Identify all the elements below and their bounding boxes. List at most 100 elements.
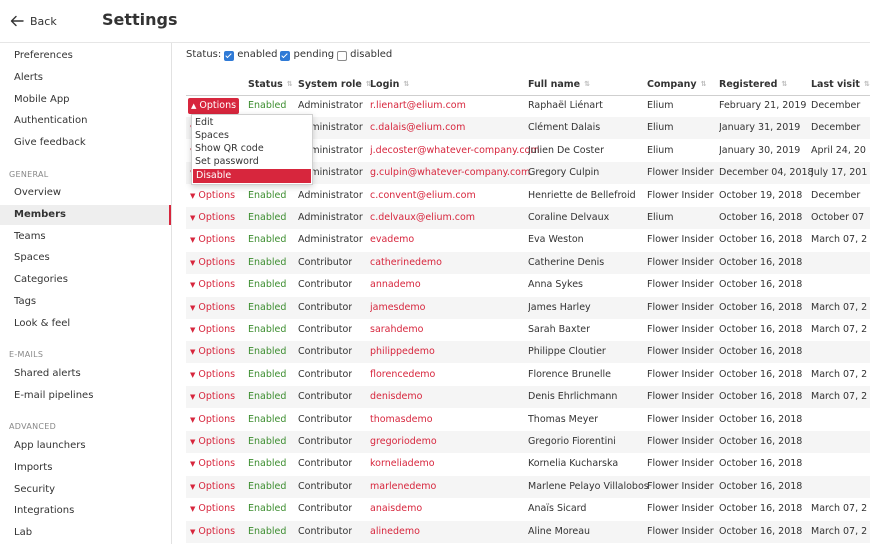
login-link[interactable]: marlenedemo <box>370 476 436 498</box>
options-button[interactable]: ▼Options <box>190 297 235 319</box>
sidebar-item-label: Imports <box>14 461 53 473</box>
members-panel: Status: enabled pending disabled Status ⇅… <box>172 43 870 544</box>
login-link[interactable]: philippedemo <box>370 341 435 363</box>
sidebar-item-categories[interactable]: Categories <box>0 270 171 290</box>
options-button[interactable]: ▼Options <box>190 252 235 274</box>
column-header-status[interactable]: Status ⇅ <box>248 77 293 95</box>
caret-down-icon: ▼ <box>190 191 196 200</box>
cell-company: Flower Insider <box>647 525 714 537</box>
dropdown-item-spaces[interactable]: Spaces <box>192 129 312 142</box>
options-button[interactable]: ▼Options <box>190 386 235 408</box>
cell-role: Contributor <box>298 525 353 537</box>
options-button[interactable]: ▼Options <box>190 453 235 475</box>
sidebar-item-lab[interactable]: Lab <box>0 523 171 543</box>
login-link[interactable]: annademo <box>370 274 421 296</box>
table-row: ▼ Options Enabled Contributor denisdemo Denis… <box>186 386 870 409</box>
options-button[interactable]: ▼Options <box>190 319 235 341</box>
cell-role: Contributor <box>298 301 353 313</box>
column-header-registered[interactable]: Registered ⇅ <box>719 77 787 95</box>
disabled-checkbox[interactable] <box>337 50 348 61</box>
login-link[interactable]: thomasdemo <box>370 409 433 431</box>
options-button[interactable]: ▼Options <box>190 274 235 296</box>
cell-company: Flower Insider <box>647 189 714 201</box>
cell-name: Florence Brunelle <box>528 368 611 380</box>
dropdown-item-show-qr-code[interactable]: Show QR code <box>192 142 312 155</box>
cell-last: July 17, 201 <box>811 167 868 179</box>
options-button[interactable]: ▼Options <box>190 521 235 543</box>
sidebar-item-tags[interactable]: Tags <box>0 292 171 312</box>
options-label: Options <box>198 189 236 201</box>
sidebar-item-spaces[interactable]: Spaces <box>0 248 171 268</box>
column-header-company[interactable]: Company ⇅ <box>647 77 706 95</box>
sidebar-item-security[interactable]: Security <box>0 480 171 500</box>
cell-company: Flower Insider <box>647 458 714 470</box>
sidebar-item-authentication[interactable]: Authentication <box>0 111 171 131</box>
options-button[interactable]: ▼Options <box>190 364 235 386</box>
login-link[interactable]: jamesdemo <box>370 297 425 319</box>
table-row: ▼ Options Enabled Administrator evademo Eva W… <box>186 229 870 251</box>
login-link[interactable]: g.culpin@whatever-company.com <box>370 162 530 184</box>
login-link[interactable]: korneliademo <box>370 453 435 475</box>
sort-icon: ⇅ <box>286 80 293 88</box>
caret-down-icon: ▼ <box>190 370 196 379</box>
login-link[interactable]: c.convent@elium.com <box>370 185 476 207</box>
column-header-last-visit[interactable]: Last visit ⇅ <box>811 77 870 95</box>
sidebar-item-e-mail-pipelines[interactable]: E-mail pipelines <box>0 386 171 406</box>
column-header-system-role[interactable]: System role ⇅ <box>298 77 372 95</box>
cell-role: Contributor <box>298 458 353 470</box>
sidebar-item-teams[interactable]: Teams <box>0 227 171 247</box>
login-link[interactable]: alinedemo <box>370 521 420 543</box>
options-button[interactable]: ▼Options <box>190 229 235 251</box>
options-button[interactable]: ▼Options <box>190 476 235 498</box>
options-label: Options <box>198 503 236 515</box>
column-header-full-name[interactable]: Full name ⇅ <box>528 77 590 95</box>
login-link[interactable]: c.dalais@elium.com <box>370 117 465 139</box>
options-button[interactable]: ▼Options <box>190 207 235 229</box>
login-link[interactable]: denisdemo <box>370 386 422 408</box>
cell-name: Coraline Delvaux <box>528 212 610 223</box>
table-row: ▼ Options Enabled Administrator c.delvaux@el… <box>186 207 870 229</box>
back-button[interactable]: Back <box>10 12 57 30</box>
sidebar-item-shared-alerts[interactable]: Shared alerts <box>0 364 171 384</box>
login-link[interactable]: evademo <box>370 229 414 251</box>
options-button[interactable]: ▼Options <box>190 431 235 453</box>
sidebar-item-give-feedback[interactable]: Give feedback <box>0 133 171 153</box>
sidebar-item-label: Tags <box>14 295 37 307</box>
login-link[interactable]: r.lienart@elium.com <box>370 95 466 117</box>
login-link[interactable]: sarahdemo <box>370 319 423 341</box>
column-header-label: Last visit <box>811 79 860 90</box>
options-button[interactable]: ▲ Options <box>188 98 240 114</box>
sidebar-item-imports[interactable]: Imports <box>0 458 171 478</box>
pending-checkbox[interactable] <box>280 50 291 61</box>
login-link[interactable]: j.decoster@whatever-company.com <box>370 140 540 162</box>
login-link[interactable]: catherinedemo <box>370 252 442 274</box>
sidebar-item-look-and-feel[interactable]: Look & feel <box>0 314 171 334</box>
options-button[interactable]: ▼Options <box>190 409 235 431</box>
dropdown-item-edit[interactable]: Edit <box>192 116 312 129</box>
sidebar-item-mobile-app[interactable]: Mobile App <box>0 90 171 110</box>
dropdown-item-set-password[interactable]: Set password <box>192 155 312 168</box>
column-header-login[interactable]: Login ⇅ <box>370 77 409 95</box>
column-header-label: Company <box>647 79 697 90</box>
enabled-checkbox[interactable] <box>224 50 235 61</box>
column-header-label: Full name <box>528 79 581 90</box>
login-link[interactable]: anaisdemo <box>370 498 422 520</box>
sidebar-item-alerts[interactable]: Alerts <box>0 68 171 88</box>
options-label: Options <box>198 458 236 470</box>
status-badge: Enabled <box>248 279 287 291</box>
table-row: ▼ Options Enabled Administrator c.convent@el… <box>186 185 870 207</box>
sidebar-item-integrations[interactable]: Integrations <box>0 501 171 521</box>
cell-name: Julien De Coster <box>528 144 605 156</box>
options-button[interactable]: ▼Options <box>190 341 235 363</box>
sidebar-item-overview[interactable]: Overview <box>0 183 171 203</box>
login-link[interactable]: gregoriodemo <box>370 431 437 453</box>
sidebar-item-members[interactable]: Members <box>0 204 171 225</box>
login-link[interactable]: c.delvaux@elium.com <box>370 207 475 229</box>
sidebar-item-preferences[interactable]: Preferences <box>0 46 171 66</box>
dropdown-item-disable[interactable]: Disable <box>193 169 311 183</box>
login-link[interactable]: florencedemo <box>370 364 435 386</box>
column-header-label: Registered <box>719 79 778 90</box>
options-button[interactable]: ▼Options <box>190 498 235 520</box>
sidebar-item-app-launchers[interactable]: App launchers <box>0 436 171 456</box>
options-button[interactable]: ▼Options <box>190 185 235 207</box>
